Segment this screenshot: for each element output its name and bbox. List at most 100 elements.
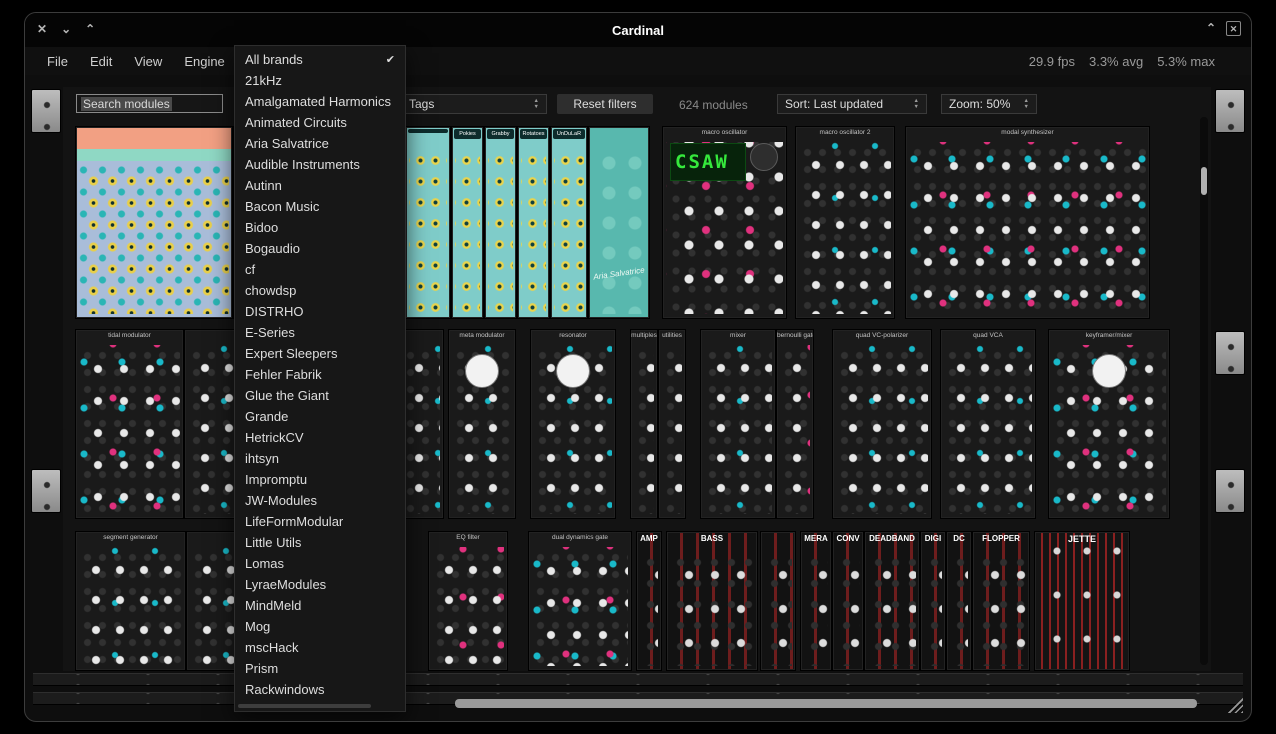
horizontal-scrollbar[interactable] [455,699,1197,708]
module-flopper[interactable]: FLOPPER [972,531,1030,671]
module-conv[interactable]: CONV [832,531,864,671]
menu-file[interactable]: File [47,54,68,69]
brand-item-mschack[interactable]: mscHack [235,637,405,658]
module-mera[interactable]: MERA [800,531,832,671]
module-macro-oscillator[interactable]: macro oscillatorCSAW [662,126,787,319]
brand-item-fehler-fabrik[interactable]: Fehler Fabrik [235,364,405,385]
module-macro-oscillator-2[interactable]: macro oscillator 2 [795,126,895,319]
module-rotatoes[interactable]: Rotatoes [517,126,550,319]
brand-item-mog[interactable]: Mog [235,616,405,637]
module-title: tidal modulator [76,332,183,339]
brand-item-little-utils[interactable]: Little Utils [235,532,405,553]
minimize-window-icon[interactable]: ⌄ [61,22,71,36]
brand-item-bogaudio[interactable]: Bogaudio [235,238,405,259]
module-utilities[interactable]: utilities [658,329,686,519]
reset-filters-button[interactable]: Reset filters [557,94,653,114]
brand-item-lyraemodules[interactable]: LyraeModules [235,574,405,595]
module-undular[interactable]: UnDuLaR [550,126,588,319]
brand-item-autinn[interactable]: Autinn [235,175,405,196]
brand-item-jw-modules[interactable]: JW-Modules [235,490,405,511]
module-tidal-modulator[interactable]: tidal modulator [75,329,184,519]
module-title: DIGI [921,534,945,543]
module-grabby[interactable]: Grabby [484,126,517,319]
module-mixer[interactable]: mixer [700,329,776,519]
menu-edit[interactable]: Edit [90,54,112,69]
brand-item-chowdsp[interactable]: chowdsp [235,280,405,301]
module-eq-filter[interactable]: EQ filter [428,531,508,671]
module-jette[interactable]: JETTE [1034,531,1130,671]
brand-item-expert-sleepers[interactable]: Expert Sleepers [235,343,405,364]
shade-window-icon[interactable]: ⌃ [1206,21,1216,36]
maximize-window-icon[interactable]: ⌃ [85,22,95,36]
module-panel[interactable] [405,126,451,319]
brand-item-label: mscHack [245,640,298,655]
module-pokies[interactable]: Pokies [451,126,484,319]
module-title: segment generator [76,534,185,541]
brand-item-aria-salvatrice[interactable]: Aria Salvatrice [235,133,405,154]
module-modal-synthesizer[interactable]: modal synthesizer [905,126,1150,319]
menu-view[interactable]: View [134,54,162,69]
rack-rail [31,89,61,133]
brand-item-amalgamated-harmonics[interactable]: Amalgamated Harmonics [235,91,405,112]
vertical-scrollbar-thumb[interactable] [1201,167,1207,195]
module-count: 624 modules [679,98,748,112]
module-meta-modulator[interactable]: meta modulator [448,329,516,519]
module-amp[interactable]: AMP [636,531,662,671]
module-quad-vc-polarizer[interactable]: quad VC-polarizer [832,329,932,519]
brand-item-bidoo[interactable]: Bidoo [235,217,405,238]
brand-item-impromptu[interactable]: Impromptu [235,469,405,490]
search-input[interactable]: Search modules [76,94,223,113]
close-window-icon[interactable]: ✕ [37,22,47,36]
module-panel[interactable]: Aria Salvatrice [588,126,650,319]
brand-item-label: Aria Salvatrice [245,136,329,151]
sort-dropdown[interactable]: Sort: Last updated ▲▼ [777,94,927,114]
vertical-scrollbar[interactable] [1200,117,1208,665]
module-title: quad VCA [941,332,1035,339]
zoom-dropdown[interactable]: Zoom: 50% ▲▼ [941,94,1037,114]
close-app-icon[interactable]: ✕ [1226,21,1241,36]
brand-item-label: Fehler Fabrik [245,367,322,382]
big-knob [465,354,499,388]
brand-item-lomas[interactable]: Lomas [235,553,405,574]
module-panel[interactable] [75,126,233,319]
module-panel[interactable] [760,531,796,671]
brand-item-bacon-music[interactable]: Bacon Music [235,196,405,217]
brand-item-prism[interactable]: Prism [235,658,405,679]
brand-item-mindmeld[interactable]: MindMeld [235,595,405,616]
module-dual-dynamics-gate[interactable]: dual dynamics gate [528,531,632,671]
module-segment-generator[interactable]: segment generator [75,531,186,671]
brand-item-label: Bidoo [245,220,278,235]
brand-item-label: Expert Sleepers [245,346,338,361]
brand-item-audible-instruments[interactable]: Audible Instruments [235,154,405,175]
brand-item-label: All brands [245,52,303,67]
module-resonator[interactable]: resonator [530,329,616,519]
brand-item-ihtsyn[interactable]: ihtsyn [235,448,405,469]
tags-dropdown[interactable]: Tags ▲▼ [401,94,547,114]
brand-item-rackwindows[interactable]: Rackwindows [235,679,405,700]
brand-item-hetrickcv[interactable]: HetrickCV [235,427,405,448]
brand-item-cf[interactable]: cf [235,259,405,280]
brand-item-e-series[interactable]: E-Series [235,322,405,343]
fps-value: 29.9 fps [1029,54,1075,69]
module-deadband[interactable]: DEADBAND [864,531,920,671]
module-quad-vca[interactable]: quad VCA [940,329,1036,519]
zoom-dropdown-label: Zoom: 50% [949,97,1010,111]
module-title: Grabby [487,129,514,139]
brand-item-lifeformmodular[interactable]: LifeFormModular [235,511,405,532]
module-multiples[interactable]: multiples [630,329,658,519]
brand-item-grande[interactable]: Grande [235,406,405,427]
brand-item-distrho[interactable]: DISTRHO [235,301,405,322]
module-title: resonator [531,332,615,339]
module-bass[interactable]: BASS [666,531,758,671]
module-keyframer-mixer[interactable]: keyframer/mixer [1048,329,1170,519]
brand-item-all-brands[interactable]: All brands✔ [235,49,405,70]
module-bernoulli-gate[interactable]: bernoulli gate [776,329,814,519]
menu-engine[interactable]: Engine [184,54,224,69]
brand-item-animated-circuits[interactable]: Animated Circuits [235,112,405,133]
menu-scrollbar[interactable] [238,704,371,708]
rack-rail [31,469,61,513]
brand-item-21khz[interactable]: 21kHz [235,70,405,91]
module-dc[interactable]: DC [946,531,972,671]
brand-item-glue-the-giant[interactable]: Glue the Giant [235,385,405,406]
module-digi[interactable]: DIGI [920,531,946,671]
